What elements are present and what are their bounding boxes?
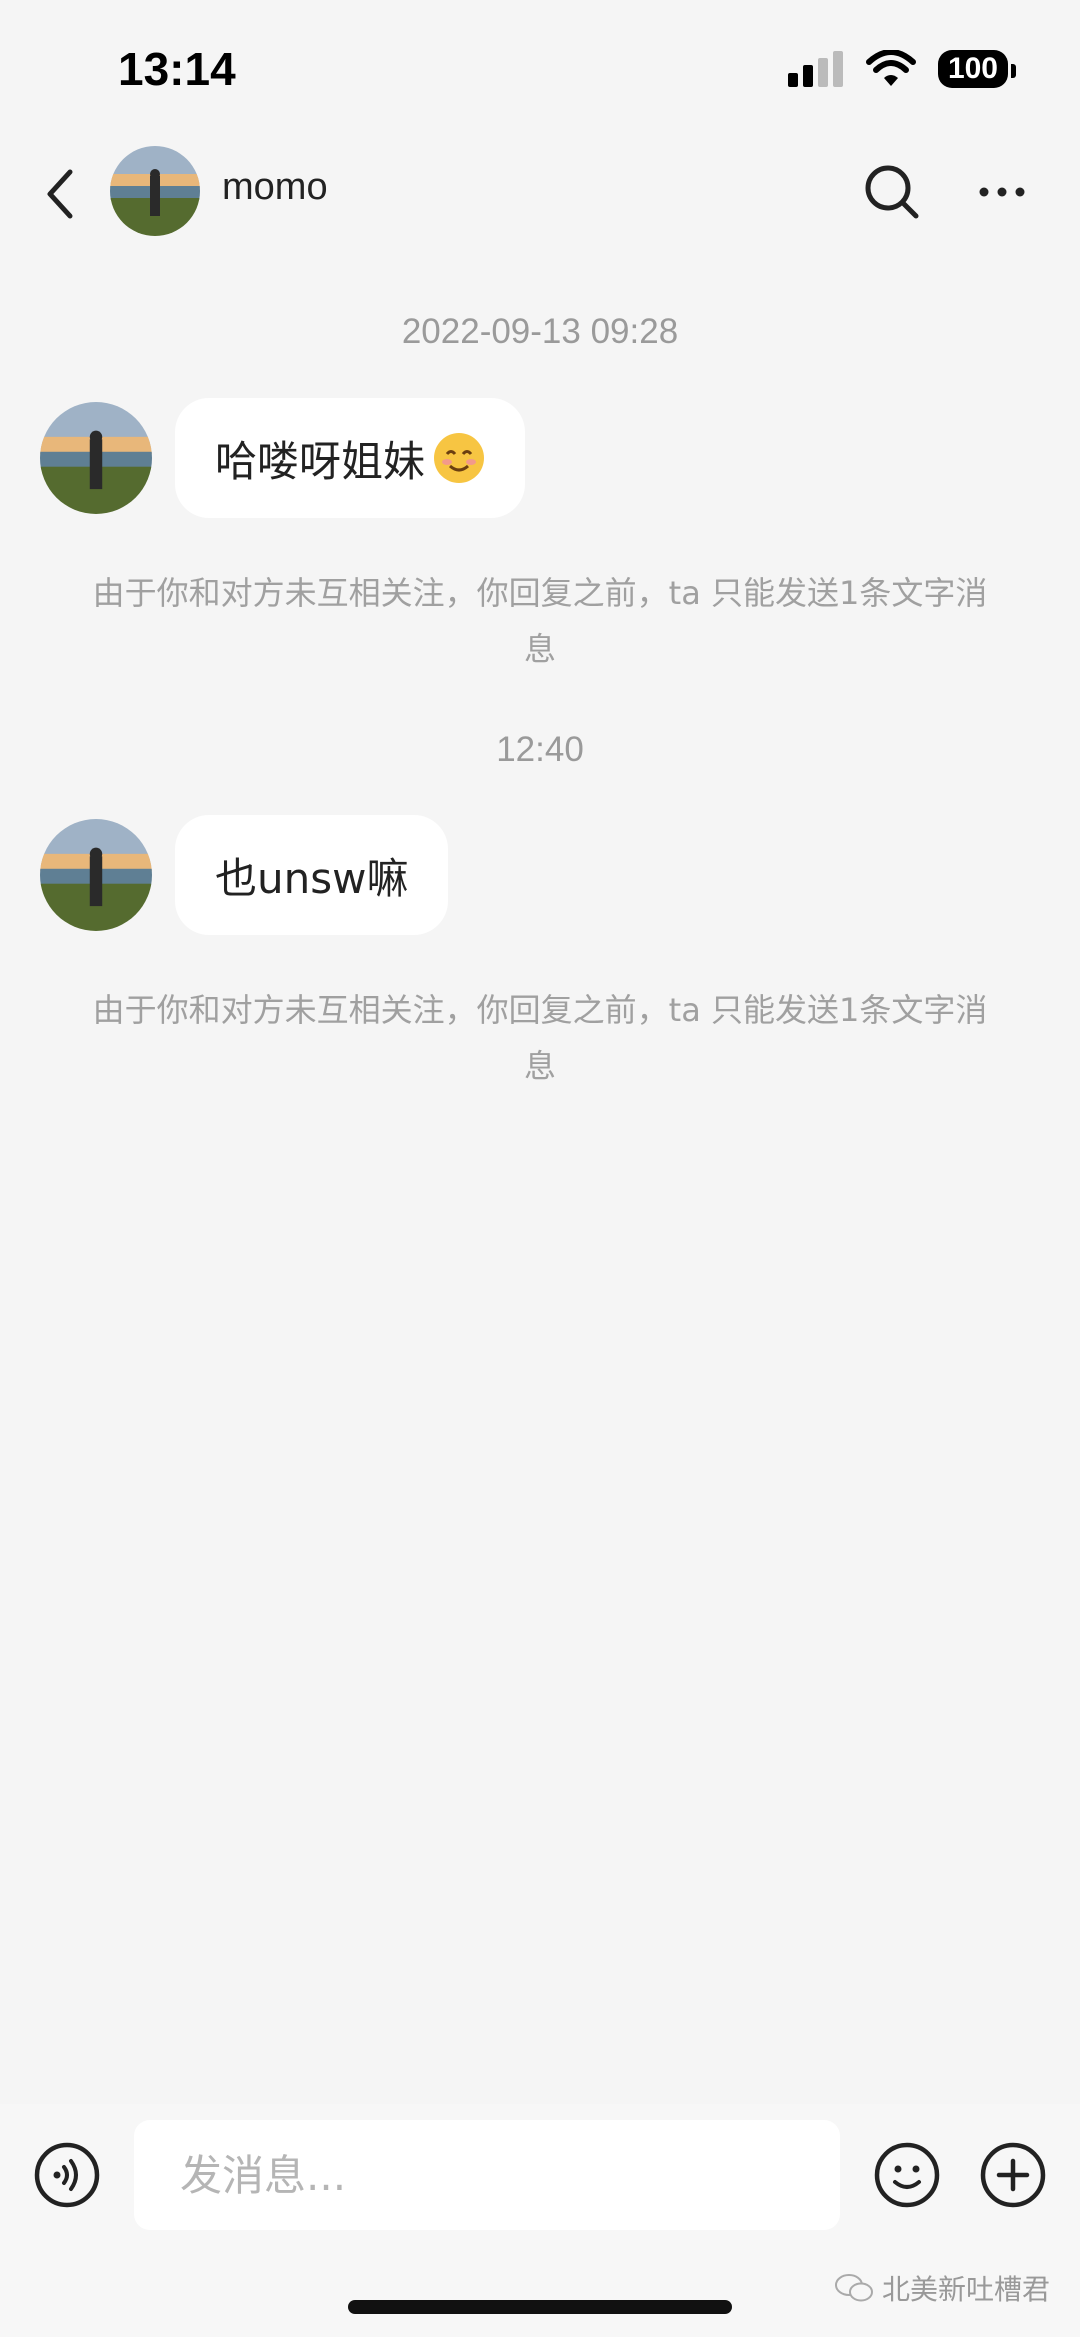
add-attachment-icon[interactable] — [978, 2140, 1048, 2210]
message-text: 也unsw嘛 — [215, 853, 409, 903]
contact-avatar[interactable] — [110, 146, 200, 236]
message-text: 哈喽呀姐妹 — [215, 436, 426, 486]
battery-indicator: 100 — [937, 50, 1017, 88]
chat-header: momo — [0, 140, 1080, 250]
watermark: 北美新吐槽君 — [834, 2268, 1050, 2308]
smiling-face-emoji — [434, 433, 485, 483]
emoji-picker-icon[interactable] — [872, 2140, 942, 2210]
status-bar: 13:14 100 — [0, 0, 1080, 140]
more-options-icon[interactable] — [972, 162, 1032, 222]
voice-input-icon[interactable] — [32, 2140, 102, 2210]
status-icons: 100 — [787, 50, 1017, 88]
wechat-icon — [834, 2274, 873, 2302]
cellular-signal-icon — [787, 51, 843, 87]
system-notice: 由于你和对方未互相关注，你回复之前，ta 只能发送1条文字消息 — [92, 991, 988, 1085]
message-input[interactable] — [134, 2120, 840, 2230]
home-indicator[interactable] — [348, 2300, 732, 2314]
wifi-icon — [865, 50, 916, 86]
sender-avatar[interactable] — [40, 402, 152, 514]
message-timestamp: 12:40 — [496, 730, 584, 769]
message-bubble[interactable]: 哈喽呀姐妹 — [175, 398, 526, 518]
back-arrow-icon[interactable] — [40, 164, 80, 224]
contact-name: momo — [222, 166, 328, 208]
message-timestamp: 2022-09-13 09:28 — [401, 312, 679, 351]
message-row: 也unsw嘛 — [40, 815, 449, 935]
search-icon[interactable] — [862, 162, 922, 222]
message-row: 哈喽呀姐妹 — [40, 398, 526, 518]
status-time: 13:14 — [118, 43, 236, 95]
system-notice: 由于你和对方未互相关注，你回复之前，ta 只能发送1条文字消息 — [92, 574, 988, 668]
message-bubble[interactable]: 也unsw嘛 — [175, 815, 449, 935]
sender-avatar[interactable] — [40, 819, 152, 931]
watermark-text: 北美新吐槽君 — [881, 2273, 1050, 2306]
